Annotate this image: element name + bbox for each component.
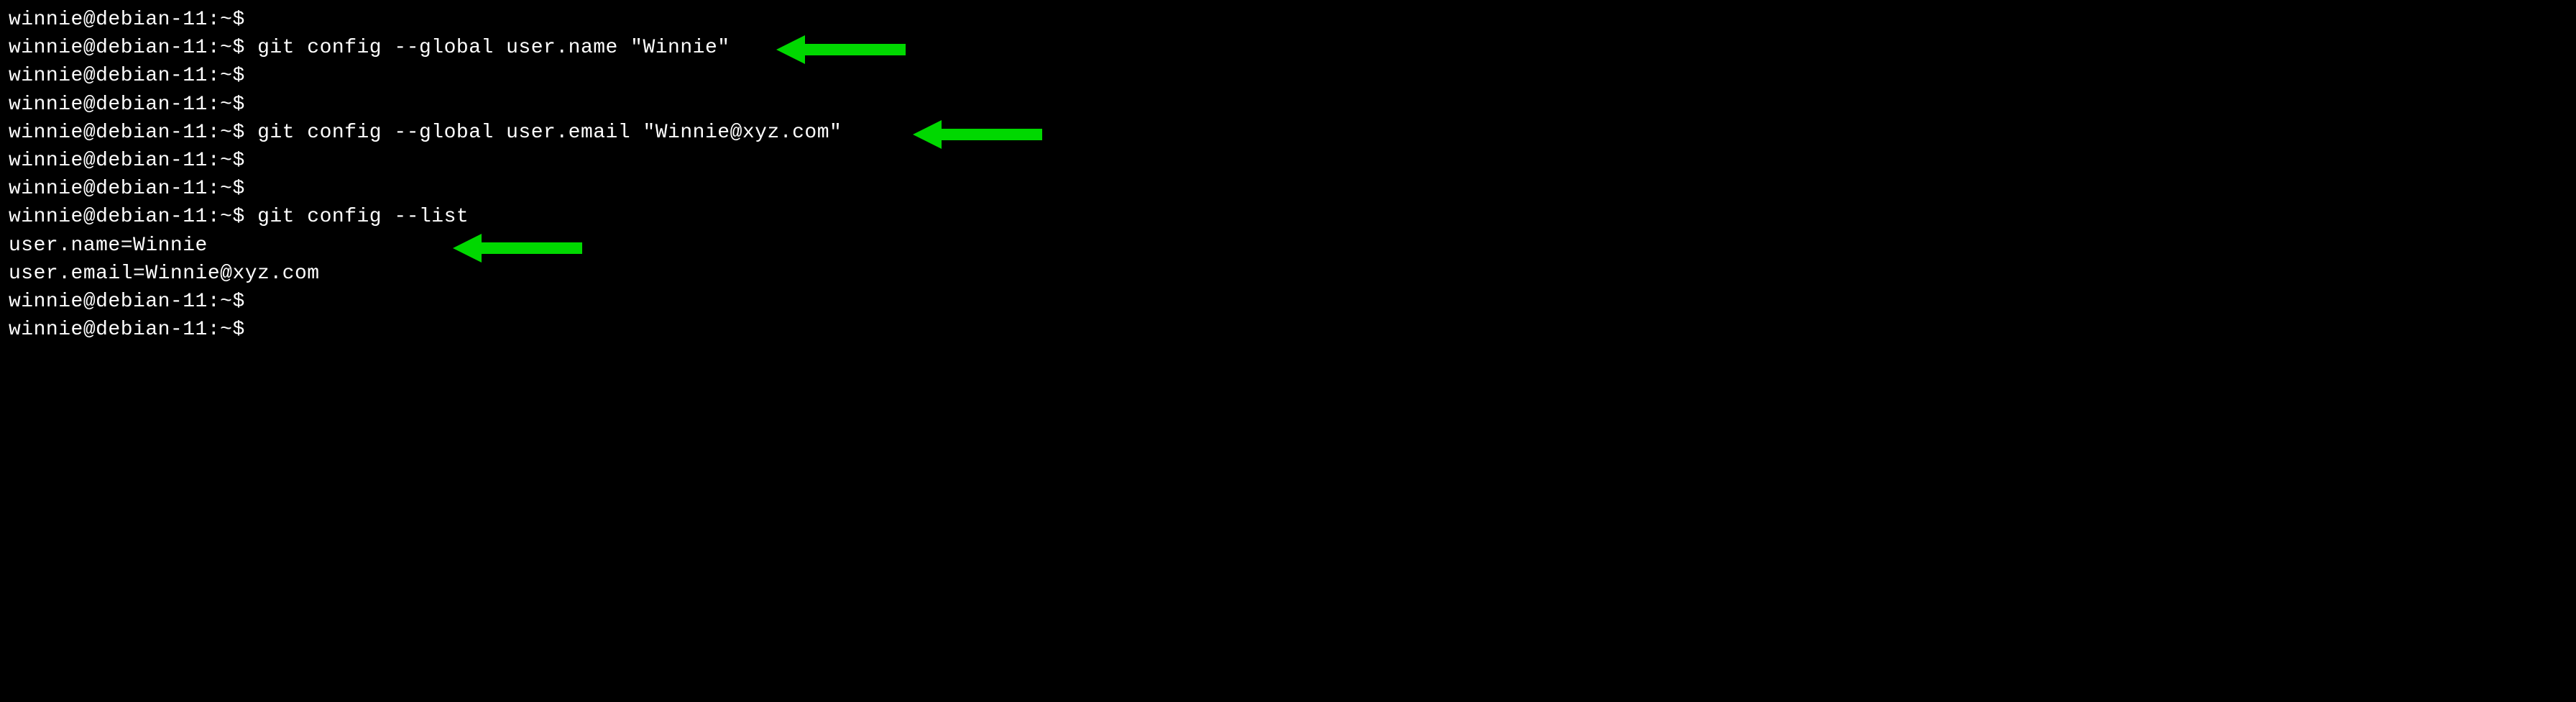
prompt-line: winnie@debian-11:~$ (9, 62, 2567, 90)
terminal-window[interactable]: winnie@debian-11:~$ winnie@debian-11:~$ … (9, 6, 2567, 344)
prompt-line: winnie@debian-11:~$ (9, 147, 2567, 175)
prompt-line-git-config-email: winnie@debian-11:~$ git config --global … (9, 119, 2567, 147)
annotation-arrow-icon (453, 230, 582, 266)
prompt-line: winnie@debian-11:~$ (9, 91, 2567, 119)
prompt-line-git-config-list: winnie@debian-11:~$ git config --list (9, 203, 2567, 231)
prompt-line: winnie@debian-11:~$ (9, 175, 2567, 203)
output-user-email: user.email=Winnie@xyz.com (9, 260, 2567, 288)
prompt-line: winnie@debian-11:~$ (9, 6, 2567, 34)
prompt-line-git-config-username: winnie@debian-11:~$ git config --global … (9, 34, 2567, 62)
output-user-name: user.name=Winnie (9, 232, 2567, 260)
prompt-line: winnie@debian-11:~$ (9, 316, 2567, 344)
annotation-arrow-icon (776, 32, 906, 68)
annotation-arrow-icon (913, 117, 1042, 152)
prompt-line: winnie@debian-11:~$ (9, 288, 2567, 316)
